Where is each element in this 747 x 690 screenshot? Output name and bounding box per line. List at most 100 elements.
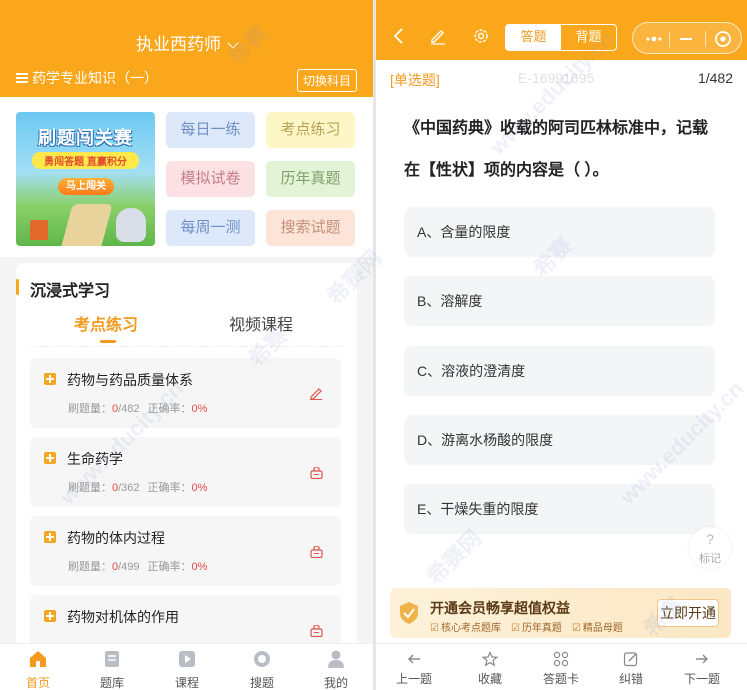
chapter-name: 药物对机体的作用 bbox=[67, 609, 179, 625]
question-toolbar: 上一题 收藏 答题卡 纠错 下一题 bbox=[376, 643, 747, 690]
mark-label: 标记 bbox=[699, 553, 721, 565]
chapter-name: 生命药学 bbox=[67, 451, 123, 467]
left-panel: 执业西药师 药学专业知识（一） 切换科目 刷题闯关赛 勇闯答题 直赢积分 马上闯… bbox=[0, 0, 373, 690]
next-question-button[interactable]: 下一题 bbox=[672, 644, 732, 690]
toolbar-label: 上一题 bbox=[395, 672, 432, 686]
banner-mascot-illustration bbox=[116, 208, 146, 242]
vip-perks: 核心考点题库 历年真题 精品母题 bbox=[430, 619, 623, 634]
vip-perk: 精品母题 bbox=[572, 619, 623, 634]
quick-mock-exam[interactable]: 模拟试卷 bbox=[166, 161, 255, 197]
question-id: E-16991695 bbox=[518, 70, 595, 86]
banner-subtitle: 勇闯答题 直赢积分 bbox=[32, 152, 139, 169]
arrow-left-icon bbox=[408, 654, 420, 664]
prev-question-button[interactable]: 上一题 bbox=[384, 644, 444, 690]
chapter-name: 药物与药品质量体系 bbox=[67, 372, 193, 388]
book-icon bbox=[105, 651, 119, 667]
chapter-item[interactable]: 药物的体内过程 刷题量：0/499 正确率：0% bbox=[30, 516, 341, 586]
back-arrow-icon[interactable] bbox=[390, 27, 408, 45]
minimize-icon[interactable] bbox=[677, 31, 695, 47]
tab-video-course[interactable]: 视频课程 bbox=[229, 311, 293, 335]
divider bbox=[30, 346, 343, 347]
lock-icon bbox=[310, 625, 323, 637]
chapter-stats: 刷题量：0/482 正确率：0% bbox=[68, 403, 208, 415]
list-icon bbox=[16, 73, 28, 83]
nav-home[interactable]: 首页 bbox=[8, 644, 68, 690]
quick-search-questions[interactable]: 搜索试题 bbox=[266, 210, 355, 246]
section-title: 沉浸式学习 bbox=[15, 277, 110, 301]
subject-title: 执业西药师 bbox=[136, 35, 221, 54]
option-c[interactable]: C、溶液的澄清度 bbox=[404, 346, 715, 396]
expand-plus-icon[interactable] bbox=[44, 452, 56, 464]
banner-house-illustration bbox=[30, 220, 48, 240]
question-type: [单选题] bbox=[390, 72, 440, 88]
question-mark-icon: ? bbox=[706, 531, 714, 547]
nav-label: 课程 bbox=[174, 676, 199, 690]
mode-answer-tab[interactable]: 答题 bbox=[506, 25, 561, 50]
miniprogram-capsule bbox=[632, 22, 742, 54]
report-error-button[interactable]: 纠错 bbox=[601, 644, 661, 690]
option-a[interactable]: A、含量的限度 bbox=[404, 207, 715, 257]
edit-icon bbox=[623, 652, 638, 667]
challenge-banner[interactable]: 刷题闯关赛 勇闯答题 直赢积分 马上闯关 bbox=[16, 112, 155, 246]
vip-perk: 核心考点题库 bbox=[430, 619, 501, 634]
favorite-button[interactable]: 收藏 bbox=[460, 644, 520, 690]
mode-toggle[interactable]: 答题 背题 bbox=[505, 24, 617, 51]
question-progress: 1/482 bbox=[697, 70, 733, 86]
answer-sheet-button[interactable]: 答题卡 bbox=[531, 644, 591, 690]
toolbar-label: 下一题 bbox=[683, 672, 720, 686]
question-header: 答题 背题 bbox=[376, 0, 747, 60]
toolbar-label: 收藏 bbox=[477, 672, 502, 686]
quick-past-exams[interactable]: 历年真题 bbox=[266, 161, 355, 197]
edit-icon[interactable] bbox=[309, 386, 323, 400]
vip-perk: 历年真题 bbox=[511, 619, 562, 634]
quick-weekly-test[interactable]: 每周一测 bbox=[166, 210, 255, 246]
subject-selector[interactable]: 执业西药师 bbox=[0, 30, 373, 55]
nav-label: 题库 bbox=[99, 676, 124, 690]
option-d[interactable]: D、游离水杨酸的限度 bbox=[404, 415, 715, 465]
banner-title: 刷题闯关赛 bbox=[38, 128, 133, 148]
mark-button[interactable]: ? 标记 bbox=[689, 527, 731, 569]
switch-subject-button[interactable]: 切换科目 bbox=[296, 69, 357, 92]
nav-profile[interactable]: 我的 bbox=[306, 644, 366, 690]
quick-daily-practice[interactable]: 每日一练 bbox=[166, 112, 255, 148]
expand-plus-icon[interactable] bbox=[44, 610, 56, 622]
user-icon bbox=[328, 650, 344, 668]
nav-label: 首页 bbox=[25, 676, 50, 690]
close-circle-icon[interactable] bbox=[714, 30, 732, 48]
expand-plus-icon[interactable] bbox=[44, 373, 56, 385]
chapter-item[interactable]: 生命药学 刷题量：0/362 正确率：0% bbox=[30, 437, 341, 507]
home-icon bbox=[30, 651, 46, 667]
left-header: 执业西药师 药学专业知识（一） 切换科目 bbox=[0, 0, 373, 97]
quick-point-practice[interactable]: 考点练习 bbox=[266, 112, 355, 148]
nav-courses[interactable]: 课程 bbox=[157, 644, 217, 690]
course-name: 药学专业知识（一） bbox=[32, 70, 158, 86]
gear-icon[interactable] bbox=[472, 27, 490, 45]
chapter-item[interactable]: 药物与药品质量体系 刷题量：0/482 正确率：0% bbox=[30, 358, 341, 428]
tab-point-practice[interactable]: 考点练习 bbox=[74, 311, 138, 335]
open-vip-button[interactable]: 立即开通 bbox=[657, 599, 719, 627]
pen-icon[interactable] bbox=[429, 27, 447, 45]
grid-icon bbox=[553, 651, 569, 667]
nav-question-bank[interactable]: 题库 bbox=[82, 644, 142, 690]
immersive-study-card: 沉浸式学习 考点练习 视频课程 药物与药品质量体系 刷题量：0/482 正确率：0… bbox=[15, 263, 357, 665]
vip-promo-banner[interactable]: 开通会员畅享超值权益 核心考点题库 历年真题 精品母题 立即开通 bbox=[390, 588, 731, 638]
vip-title: 开通会员畅享超值权益 bbox=[430, 600, 570, 616]
expand-plus-icon[interactable] bbox=[44, 531, 56, 543]
mode-recite-tab[interactable]: 背题 bbox=[561, 25, 616, 50]
arrow-right-icon bbox=[696, 654, 708, 664]
search-icon bbox=[254, 651, 270, 667]
vip-shield-icon bbox=[400, 602, 418, 624]
banner-path-illustration bbox=[59, 204, 113, 246]
option-e[interactable]: E、干燥失重的限度 bbox=[404, 484, 715, 534]
lock-icon bbox=[310, 467, 323, 479]
lock-icon bbox=[310, 546, 323, 558]
nav-label: 搜题 bbox=[249, 676, 274, 690]
more-dots-icon[interactable] bbox=[645, 32, 663, 46]
question-text: 《中国药典》收载的阿司匹林标准中，记载在【性状】项的内容是（ ）。 bbox=[404, 120, 709, 179]
nav-search-questions[interactable]: 搜题 bbox=[232, 644, 292, 690]
option-b[interactable]: B、溶解度 bbox=[404, 276, 715, 326]
bottom-tab-bar: 首页 题库 课程 搜题 我的 bbox=[0, 643, 373, 690]
toolbar-label: 答题卡 bbox=[542, 672, 579, 686]
banner-start-button[interactable]: 马上闯关 bbox=[58, 178, 114, 195]
chapter-stats: 刷题量：0/499 正确率：0% bbox=[68, 561, 208, 573]
